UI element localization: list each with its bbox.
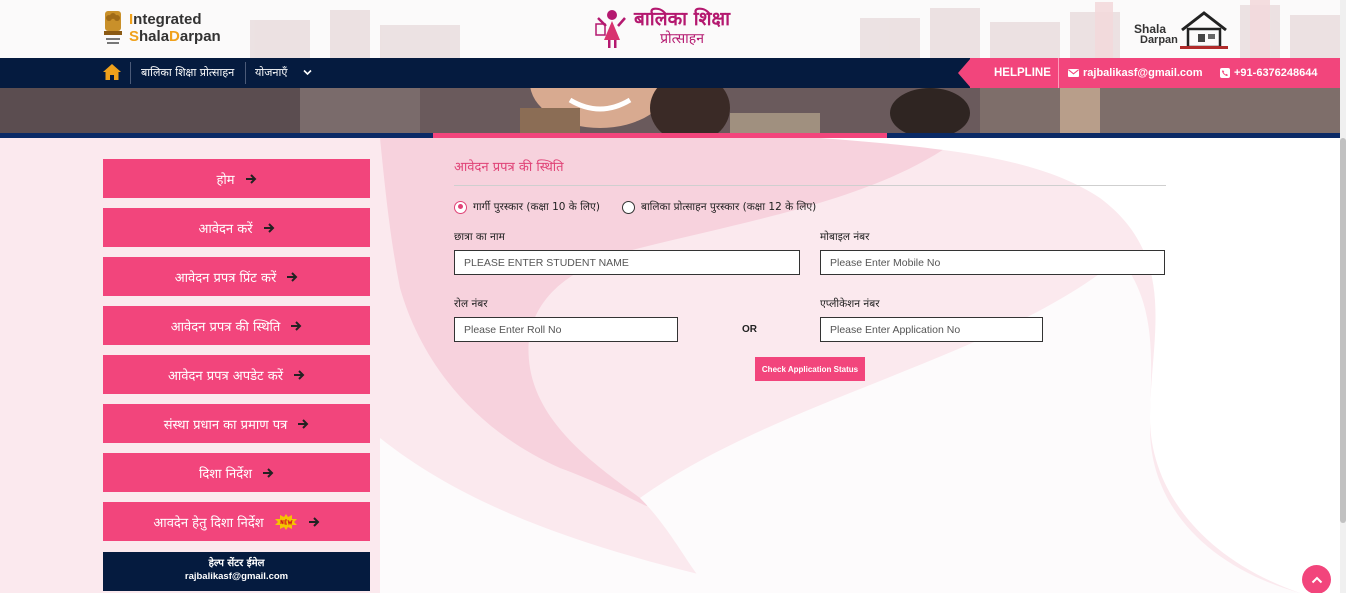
sidebar-item-label: होम bbox=[216, 172, 235, 188]
sidebar-item-label: आवेदन करें bbox=[198, 221, 253, 237]
girl-figure-icon bbox=[595, 10, 626, 48]
sidebar-item-guidelines[interactable]: दिशा निर्देश bbox=[103, 453, 370, 492]
phone-icon bbox=[1220, 68, 1230, 78]
sidebar-item-label: आवेदन प्रपत्र अपडेट करें bbox=[167, 368, 284, 384]
application-number-input[interactable] bbox=[820, 317, 1043, 342]
or-separator: OR bbox=[742, 324, 757, 335]
sidebar-item-form-status[interactable]: आवेदन प्रपत्र की स्थिति bbox=[103, 306, 370, 345]
helpline-bar: HELPLINE rajbalikasf@gmail.com +91-63762… bbox=[958, 58, 1346, 88]
sidebar-item-label: आवेदन प्रपत्र प्रिंट करें bbox=[174, 270, 277, 286]
helpline-tab-edge bbox=[958, 58, 971, 88]
emblem-icon bbox=[104, 11, 122, 44]
help-center-box: हेल्प सेंटर ईमेल rajbalikasf@gmail.com bbox=[103, 552, 370, 591]
helpline-phone-text: +91-6376248644 bbox=[1234, 67, 1318, 79]
page-title: आवेदन प्रपत्र की स्थिति bbox=[454, 160, 564, 175]
application-number-label: एप्लीकेशन नंबर bbox=[820, 298, 880, 310]
chevron-up-icon bbox=[1311, 576, 1322, 583]
banner-underline-accent bbox=[433, 133, 887, 138]
helpline-divider bbox=[1058, 58, 1059, 88]
helpline-email-text: rajbalikasf@gmail.com bbox=[1083, 67, 1203, 79]
sidebar-item-label: आवेदन प्रपत्र की स्थिति bbox=[170, 319, 281, 335]
award-type-radio-group: गार्गी पुरस्कार (कक्षा 10 के लिए) बालिका… bbox=[454, 200, 816, 214]
balika-shiksha-logo[interactable]: बालिका शिक्षा प्रोत्साहन bbox=[592, 6, 730, 50]
help-center-email[interactable]: rajbalikasf@gmail.com bbox=[103, 570, 370, 583]
banner-underline bbox=[0, 133, 1340, 138]
sidebar-item-label: दिशा निर्देश bbox=[199, 466, 252, 482]
mobile-input[interactable] bbox=[820, 250, 1165, 275]
sidebar-item-label: आवदेन हेतु दिशा निर्देश bbox=[153, 515, 264, 531]
arrow-right-icon bbox=[308, 516, 319, 527]
arrow-right-icon bbox=[262, 467, 274, 478]
site-header: Integrated ShalaDarpan बालिका शिक्षा प्र… bbox=[0, 0, 1346, 58]
new-badge-icon bbox=[274, 513, 297, 530]
sidebar-item-label: संस्था प्रधान का प्रमाण पत्र bbox=[163, 417, 288, 433]
nav-item-balika-shiksha[interactable]: बालिका शिक्षा प्रोत्साहन bbox=[141, 58, 234, 88]
help-center-title: हेल्प सेंटर ईमेल bbox=[208, 558, 265, 569]
arrow-right-icon bbox=[291, 320, 302, 331]
home-icon[interactable] bbox=[102, 63, 122, 81]
roll-number-label: रोल नंबर bbox=[454, 298, 488, 310]
page-scrollbar[interactable] bbox=[1340, 0, 1346, 593]
shala-darpan-logo[interactable]: Shala Darpan bbox=[1132, 10, 1232, 54]
integrated-shaladarpan-logo[interactable]: Integrated ShalaDarpan bbox=[102, 9, 221, 47]
logo-line1-text: ntegrated bbox=[133, 11, 202, 28]
student-name-label: छात्रा का नाम bbox=[454, 231, 505, 243]
logo-center-title: बालिका शिक्षा bbox=[634, 8, 731, 30]
nav-item-yojanaen[interactable]: योजनाएँ bbox=[255, 58, 287, 88]
helpline-phone[interactable]: +91-6376248644 bbox=[1220, 58, 1318, 88]
sidebar-item-home[interactable]: होम bbox=[103, 159, 370, 198]
mobile-label: मोबाइल नंबर bbox=[820, 231, 870, 243]
scrollbar-thumb[interactable] bbox=[1340, 138, 1346, 523]
shala-darpan-line2: Darpan bbox=[1140, 34, 1178, 46]
roll-number-input[interactable] bbox=[454, 317, 678, 342]
nav-separator bbox=[245, 62, 246, 84]
logo-line2-rest: arpan bbox=[179, 28, 221, 45]
sidebar-item-principal-certificate[interactable]: संस्था प्रधान का प्रमाण पत्र bbox=[103, 404, 370, 443]
chevron-down-icon[interactable] bbox=[303, 69, 312, 76]
check-application-status-button[interactable]: Check Application Status bbox=[755, 357, 865, 381]
mail-icon bbox=[1068, 69, 1079, 77]
school-house-icon bbox=[1180, 11, 1228, 49]
radio-balika-protsahan-award-label[interactable]: बालिका प्रोत्साहन पुरस्कार (कक्षा 12 के … bbox=[641, 200, 816, 214]
hero-banner-image bbox=[0, 88, 1340, 133]
title-divider bbox=[454, 185, 1166, 186]
sidebar-item-update-form[interactable]: आवेदन प्रपत्र अपडेट करें bbox=[103, 355, 370, 394]
arrow-right-icon bbox=[294, 369, 305, 380]
radio-gargi-award-label[interactable]: गार्गी पुरस्कार (कक्षा 10 के लिए) bbox=[473, 200, 600, 214]
nav-separator bbox=[130, 62, 131, 84]
arrow-right-icon bbox=[263, 222, 274, 233]
arrow-right-icon bbox=[245, 173, 256, 184]
logo-center-subtitle: प्रोत्साहन bbox=[660, 31, 704, 47]
scroll-to-top-button[interactable] bbox=[1302, 565, 1331, 593]
helpline-label: HELPLINE bbox=[994, 67, 1051, 79]
main-navbar: बालिका शिक्षा प्रोत्साहन योजनाएँ HELPLIN… bbox=[0, 58, 1346, 88]
sidebar-item-apply[interactable]: आवेदन करें bbox=[103, 208, 370, 247]
arrow-right-icon bbox=[287, 271, 298, 282]
sidebar-item-print-form[interactable]: आवेदन प्रपत्र प्रिंट करें bbox=[103, 257, 370, 296]
hero-banner bbox=[0, 88, 1340, 133]
helpline-email[interactable]: rajbalikasf@gmail.com bbox=[1068, 58, 1203, 88]
arrow-right-icon bbox=[298, 418, 309, 429]
student-name-input[interactable] bbox=[454, 250, 800, 275]
logo-line2-initial: S bbox=[129, 28, 140, 45]
logo-line2-mid: hala bbox=[139, 28, 170, 45]
radio-gargi-award[interactable] bbox=[454, 200, 467, 214]
logo-line2-d: D bbox=[169, 28, 180, 45]
sidebar-item-application-guidelines[interactable]: आवदेन हेतु दिशा निर्देश bbox=[103, 502, 370, 541]
radio-balika-protsahan-award[interactable] bbox=[621, 200, 635, 214]
